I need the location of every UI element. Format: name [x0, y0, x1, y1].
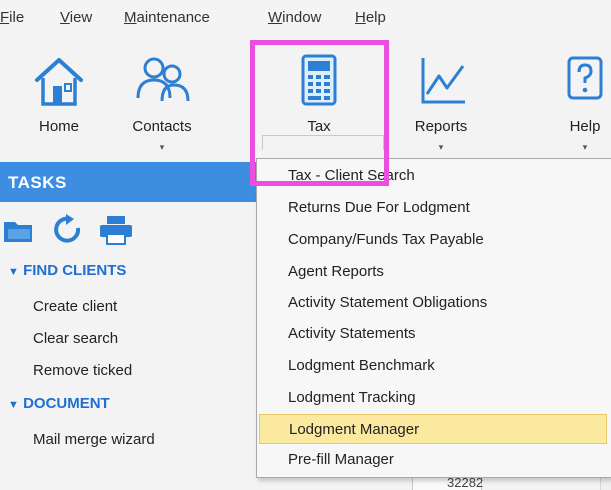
tasks-header: TASKS: [0, 162, 258, 202]
find-clients-title: FIND CLIENTS: [23, 262, 127, 279]
help-button[interactable]: Help ▾: [540, 48, 611, 158]
menu-item-returns-due[interactable]: Returns Due For Lodgment: [259, 193, 607, 223]
menu-item-lodgment-tracking[interactable]: Lodgment Tracking: [259, 383, 607, 413]
line-chart-icon: [421, 58, 465, 104]
contacts-button[interactable]: Contacts ▾: [117, 48, 207, 158]
home-label: Home: [38, 118, 79, 135]
menu-item-tax-client-search[interactable]: Tax - Client Search: [259, 161, 607, 191]
tax-label: Tax: [307, 118, 331, 135]
menu-maintenance[interactable]: Maintenance: [124, 9, 210, 26]
menu-item-company-funds-tax[interactable]: Company/Funds Tax Payable: [259, 225, 607, 255]
menu-bar: File View Maintenance Window Help: [0, 0, 611, 34]
people-icon: [136, 57, 190, 102]
tasks-title: TASKS: [8, 173, 67, 192]
menu-item-activity-statements[interactable]: Activity Statements: [259, 319, 607, 349]
refresh-icon[interactable]: [50, 214, 86, 246]
menu-item-lodgment-benchmark[interactable]: Lodgment Benchmark: [259, 351, 607, 381]
menu-window[interactable]: Window: [268, 9, 321, 26]
find-clients-section[interactable]: ▼ FIND CLIENTS: [8, 262, 126, 279]
tax-button-frame: [262, 135, 384, 150]
document-title: DOCUMENT: [23, 395, 110, 412]
menu-file[interactable]: File: [0, 9, 24, 26]
menu-item-prefill-manager[interactable]: Pre-fill Manager: [259, 445, 607, 475]
reports-label: Reports: [414, 118, 468, 135]
calculator-icon: [301, 54, 337, 106]
menu-view[interactable]: View: [60, 9, 92, 26]
help-label: Help: [569, 118, 601, 135]
document-section[interactable]: ▼ DOCUMENT: [8, 395, 110, 412]
menu-item-agent-reports[interactable]: Agent Reports: [259, 257, 607, 287]
print-icon[interactable]: [98, 214, 134, 246]
home-button[interactable]: Home: [14, 48, 104, 158]
collapse-arrow-icon: ▼: [8, 266, 19, 278]
contacts-label: Contacts: [132, 118, 192, 135]
folder-icon[interactable]: [2, 214, 38, 246]
tax-dropdown-menu: Tax - Client Search Returns Due For Lodg…: [256, 158, 611, 478]
house-icon: [35, 58, 83, 106]
menu-help[interactable]: Help: [355, 9, 386, 26]
collapse-arrow-icon: ▼: [8, 399, 19, 411]
help-dropdown-arrow[interactable]: ▾: [540, 142, 611, 153]
remove-ticked-link[interactable]: Remove ticked: [33, 362, 132, 379]
contacts-dropdown-arrow[interactable]: ▾: [117, 142, 207, 153]
reports-button[interactable]: Reports ▾: [396, 48, 486, 158]
create-client-link[interactable]: Create client: [33, 298, 117, 315]
menu-item-activity-statement-obligations[interactable]: Activity Statement Obligations: [259, 288, 607, 318]
reports-dropdown-arrow[interactable]: ▾: [396, 142, 486, 153]
clear-search-link[interactable]: Clear search: [33, 330, 118, 347]
question-icon: [567, 56, 603, 100]
mail-merge-wizard-link[interactable]: Mail merge wizard: [33, 431, 155, 448]
tasks-toolbar: [0, 208, 258, 252]
menu-item-lodgment-manager[interactable]: Lodgment Manager: [259, 414, 607, 444]
